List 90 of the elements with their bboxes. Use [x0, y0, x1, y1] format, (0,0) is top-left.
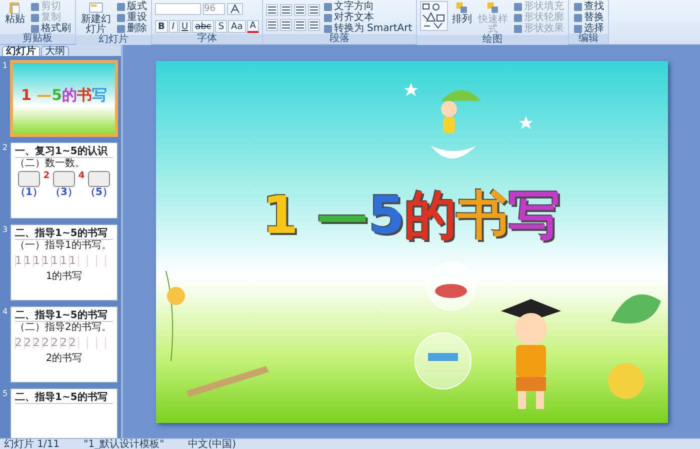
slide-thumbnail[interactable]: 二、指导1~5的书写 （一）指导1的书写。 1111111 1的书写: [10, 224, 118, 301]
list-icon: [310, 6, 318, 14]
ribbon-button[interactable]: 粘贴: [3, 1, 27, 25]
star-icon: [518, 116, 532, 128]
picture-label: （3）: [50, 187, 78, 198]
slide-heading: 二、指导1~5的书写: [15, 392, 113, 404]
ribbon-button[interactable]: 版式: [115, 1, 148, 12]
slide-number: 3: [1, 224, 9, 234]
ribbon-button[interactable]: 排列: [450, 1, 474, 25]
ribbon-button[interactable]: 重设: [115, 12, 148, 23]
list-icon: [268, 6, 276, 14]
count-mark: 2: [43, 171, 50, 183]
slide-heading: 一、复习1~5的认识: [15, 146, 113, 158]
slide-thumbnail[interactable]: 二、指导1~5的书写: [10, 388, 118, 438]
slide-number: 5: [1, 388, 9, 398]
format-tool-button[interactable]: [294, 4, 306, 16]
slide-caption: 1的书写: [44, 271, 84, 282]
arrange-icon: [455, 1, 470, 15]
arrange-icon: [486, 1, 500, 15]
group-label: 剪贴板: [0, 34, 75, 44]
format-tool-button[interactable]: [280, 4, 292, 16]
group-label: 段落: [262, 34, 416, 44]
format-tool-button[interactable]: [266, 4, 278, 16]
slide-heading: 二、指导1~5的书写: [15, 228, 113, 240]
clipboard-icon: [8, 1, 22, 15]
group-label: 绘图: [417, 35, 568, 45]
ribbon-button[interactable]: 替换: [572, 12, 606, 23]
format-tool-button[interactable]: [280, 19, 292, 31]
picture-placeholder: [18, 171, 40, 187]
format-button[interactable]: S: [215, 20, 228, 33]
new-slide-icon: [89, 1, 103, 15]
bubble-drawing: [426, 261, 475, 310]
ribbon-button[interactable]: 文字方向: [322, 1, 414, 12]
status-text: 幻灯片 1/11: [4, 439, 60, 449]
picture-label: （1）: [15, 187, 42, 198]
list-icon: [282, 6, 290, 14]
align-icon: [296, 20, 304, 29]
font-name-field[interactable]: [155, 3, 201, 15]
ribbon-button[interactable]: 删除: [115, 23, 148, 34]
ribbon-button[interactable]: 格式刷: [29, 23, 72, 34]
format-tool-button[interactable]: [266, 19, 278, 31]
picture-label: （5）: [86, 187, 113, 198]
slide-thumbnail[interactable]: 一、复习1~5的认识 （二）数一数。 （1） 2 （3） 4 （5）: [10, 142, 118, 219]
align-icon: [310, 20, 318, 29]
format-tool-button[interactable]: [308, 19, 320, 31]
bubble-drawing: [414, 332, 471, 389]
slide-title: 1 —5的书写: [261, 186, 562, 246]
panel-tab[interactable]: 幻灯片: [2, 46, 40, 56]
ribbon-button[interactable]: 对齐文本: [322, 12, 414, 23]
grow-font-button[interactable]: [227, 3, 243, 15]
align-icon: [268, 20, 276, 29]
slide-number: 1: [1, 60, 9, 70]
list-icon: [296, 6, 304, 14]
slide-number: 2: [1, 142, 9, 152]
slide-title: 1 —5的书写: [20, 85, 108, 106]
ribbon-button[interactable]: 转换为 SmartArt: [322, 23, 414, 34]
picture-placeholder: [52, 171, 75, 187]
slide-thumbnail[interactable]: 二、指导1~5的书写 （二）指导2的书写。 2222222 2的书写: [10, 306, 118, 383]
status-text: "1_默认设计模板": [84, 439, 164, 449]
count-mark: 4: [78, 171, 85, 183]
slide-heading: 二、指导1~5的书写: [15, 310, 113, 322]
status-text: 中文(中国): [188, 439, 236, 449]
slide-subheading: （二）数一数。: [15, 158, 86, 169]
panel-tab[interactable]: 大纲: [41, 46, 69, 56]
group-label: 编辑: [569, 34, 608, 44]
format-button[interactable]: U: [178, 20, 192, 33]
format-button[interactable]: A: [246, 20, 259, 33]
ribbon-button[interactable]: 查找: [572, 1, 606, 12]
shapes-gallery[interactable]: [420, 1, 448, 31]
format-tool-button[interactable]: [308, 4, 320, 16]
group-label: 字体: [152, 34, 262, 44]
group-label: 幻灯片: [76, 35, 151, 45]
ribbon-button[interactable]: 新建幻灯片: [79, 1, 113, 35]
ribbon-button[interactable]: 选择: [572, 23, 606, 34]
format-tool-button[interactable]: [294, 19, 306, 31]
cartoon-girl-drawing: [430, 90, 480, 158]
shapes-icon: [422, 3, 446, 29]
star-icon: [404, 82, 418, 96]
picture-placeholder: [88, 171, 110, 187]
slide-subheading: （一）指导1的书写。: [15, 240, 112, 251]
format-button[interactable]: I: [168, 20, 178, 33]
grow-font-icon: [230, 4, 240, 14]
align-icon: [282, 20, 290, 29]
slide-number: 4: [1, 306, 9, 316]
format-button[interactable]: Aa: [228, 20, 246, 33]
slide-thumbnail[interactable]: 1 —5的书写: [10, 60, 118, 137]
slide-caption: 2的书写: [44, 353, 84, 364]
format-button[interactable]: abc: [192, 20, 214, 33]
format-button[interactable]: B: [155, 20, 168, 33]
slide-subheading: （二）指导2的书写。: [15, 322, 112, 333]
